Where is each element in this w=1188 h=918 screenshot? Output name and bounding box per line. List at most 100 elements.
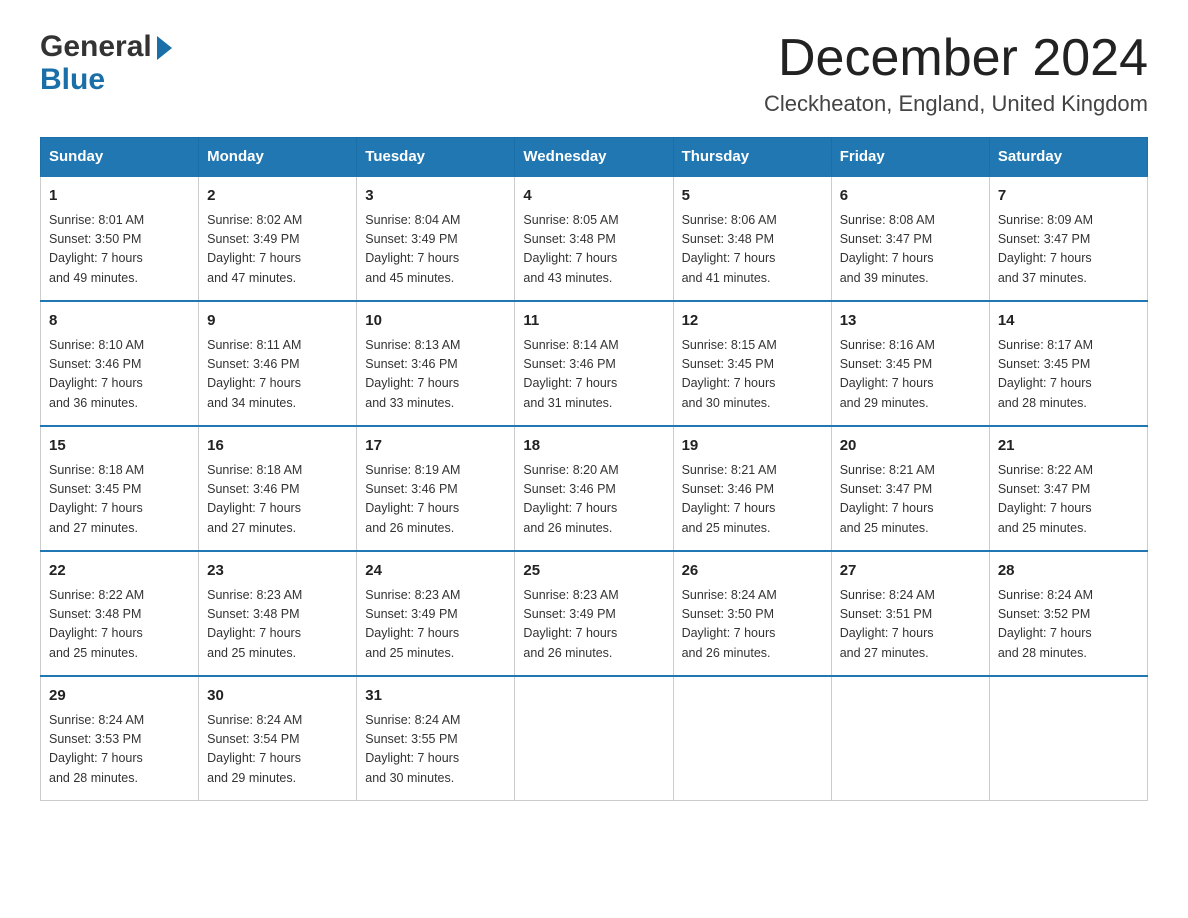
day-cell-12: 12Sunrise: 8:15 AMSunset: 3:45 PMDayligh… xyxy=(673,301,831,426)
week-row-5: 29 Sunrise: 8:24 AMSunset: 3:53 PMDayligh… xyxy=(41,676,1148,801)
day-info: Sunrise: 8:22 AMSunset: 3:48 PMDaylight:… xyxy=(49,586,190,664)
day-info: Sunrise: 8:19 AMSunset: 3:46 PMDaylight:… xyxy=(365,461,506,539)
week-row-1: 1Sunrise: 8:01 AMSunset: 3:50 PMDaylight… xyxy=(41,176,1148,301)
logo-blue: Blue xyxy=(40,63,105,96)
month-title: December 2024 xyxy=(764,30,1148,87)
week-row-2: 8Sunrise: 8:10 AMSunset: 3:46 PMDaylight… xyxy=(41,301,1148,426)
day-info: Sunrise: 8:23 AMSunset: 3:48 PMDaylight:… xyxy=(207,586,348,664)
day-number: 19 xyxy=(682,435,823,458)
day-info: Sunrise: 8:08 AMSunset: 3:47 PMDaylight:… xyxy=(840,211,981,289)
day-info: Sunrise: 8:24 AMSunset: 3:54 PMDaylight:… xyxy=(207,711,348,789)
day-cell-29: 29 Sunrise: 8:24 AMSunset: 3:53 PMDayligh… xyxy=(41,676,199,801)
day-cell-25: 25Sunrise: 8:23 AMSunset: 3:49 PMDayligh… xyxy=(515,551,673,676)
day-cell-7: 7 Sunrise: 8:09 AMSunset: 3:47 PMDaylight… xyxy=(989,176,1147,301)
day-number: 21 xyxy=(998,435,1139,458)
empty-cell xyxy=(515,676,673,801)
logo-row2: Blue xyxy=(40,63,174,96)
day-number: 14 xyxy=(998,310,1139,333)
day-info: Sunrise: 8:14 AMSunset: 3:46 PMDaylight:… xyxy=(523,336,664,414)
day-cell-31: 31 Sunrise: 8:24 AMSunset: 3:55 PMDayligh… xyxy=(357,676,515,801)
calendar-header-row: SundayMondayTuesdayWednesdayThursdayFrid… xyxy=(41,138,1148,177)
calendar-table: SundayMondayTuesdayWednesdayThursdayFrid… xyxy=(40,137,1148,801)
day-info: Sunrise: 8:18 AMSunset: 3:45 PMDaylight:… xyxy=(49,461,190,539)
day-cell-30: 30 Sunrise: 8:24 AMSunset: 3:54 PMDayligh… xyxy=(199,676,357,801)
logo-container: General Blue xyxy=(40,30,174,96)
empty-cell xyxy=(989,676,1147,801)
day-info: Sunrise: 8:13 AMSunset: 3:46 PMDaylight:… xyxy=(365,336,506,414)
day-cell-8: 8Sunrise: 8:10 AMSunset: 3:46 PMDaylight… xyxy=(41,301,199,426)
logo-general: General xyxy=(40,30,152,63)
day-cell-20: 20 Sunrise: 8:21 AMSunset: 3:47 PMDayligh… xyxy=(831,426,989,551)
day-info: Sunrise: 8:06 AMSunset: 3:48 PMDaylight:… xyxy=(682,211,823,289)
day-info: Sunrise: 8:22 AMSunset: 3:47 PMDaylight:… xyxy=(998,461,1139,539)
logo-arrow-icon xyxy=(157,36,172,60)
day-info: Sunrise: 8:09 AMSunset: 3:47 PMDaylight:… xyxy=(998,211,1139,289)
day-info: Sunrise: 8:05 AMSunset: 3:48 PMDaylight:… xyxy=(523,211,664,289)
day-number: 2 xyxy=(207,185,348,208)
day-number: 25 xyxy=(523,560,664,583)
day-cell-2: 2 Sunrise: 8:02 AMSunset: 3:49 PMDaylight… xyxy=(199,176,357,301)
empty-cell xyxy=(673,676,831,801)
day-cell-6: 6 Sunrise: 8:08 AMSunset: 3:47 PMDaylight… xyxy=(831,176,989,301)
day-cell-21: 21 Sunrise: 8:22 AMSunset: 3:47 PMDayligh… xyxy=(989,426,1147,551)
day-info: Sunrise: 8:11 AMSunset: 3:46 PMDaylight:… xyxy=(207,336,348,414)
col-header-monday: Monday xyxy=(199,138,357,177)
col-header-saturday: Saturday xyxy=(989,138,1147,177)
page-header: General Blue December 2024 Cleckheaton, … xyxy=(40,30,1148,117)
col-header-tuesday: Tuesday xyxy=(357,138,515,177)
day-info: Sunrise: 8:01 AMSunset: 3:50 PMDaylight:… xyxy=(49,211,190,289)
day-number: 6 xyxy=(840,185,981,208)
day-info: Sunrise: 8:20 AMSunset: 3:46 PMDaylight:… xyxy=(523,461,664,539)
day-number: 7 xyxy=(998,185,1139,208)
day-cell-26: 26 Sunrise: 8:24 AMSunset: 3:50 PMDayligh… xyxy=(673,551,831,676)
location-text: Cleckheaton, England, United Kingdom xyxy=(764,91,1148,117)
day-number: 30 xyxy=(207,685,348,708)
day-info: Sunrise: 8:16 AMSunset: 3:45 PMDaylight:… xyxy=(840,336,981,414)
day-number: 15 xyxy=(49,435,190,458)
day-cell-11: 11 Sunrise: 8:14 AMSunset: 3:46 PMDayligh… xyxy=(515,301,673,426)
week-row-4: 22 Sunrise: 8:22 AMSunset: 3:48 PMDayligh… xyxy=(41,551,1148,676)
day-number: 20 xyxy=(840,435,981,458)
day-cell-3: 3Sunrise: 8:04 AMSunset: 3:49 PMDaylight… xyxy=(357,176,515,301)
day-number: 10 xyxy=(365,310,506,333)
day-info: Sunrise: 8:24 AMSunset: 3:50 PMDaylight:… xyxy=(682,586,823,664)
day-number: 23 xyxy=(207,560,348,583)
day-number: 9 xyxy=(207,310,348,333)
day-cell-10: 10 Sunrise: 8:13 AMSunset: 3:46 PMDayligh… xyxy=(357,301,515,426)
day-number: 18 xyxy=(523,435,664,458)
col-header-wednesday: Wednesday xyxy=(515,138,673,177)
day-info: Sunrise: 8:24 AMSunset: 3:52 PMDaylight:… xyxy=(998,586,1139,664)
day-info: Sunrise: 8:21 AMSunset: 3:47 PMDaylight:… xyxy=(840,461,981,539)
day-cell-24: 24Sunrise: 8:23 AMSunset: 3:49 PMDayligh… xyxy=(357,551,515,676)
day-info: Sunrise: 8:24 AMSunset: 3:55 PMDaylight:… xyxy=(365,711,506,789)
day-number: 12 xyxy=(682,310,823,333)
col-header-thursday: Thursday xyxy=(673,138,831,177)
day-number: 5 xyxy=(682,185,823,208)
day-number: 8 xyxy=(49,310,190,333)
logo-row1: General xyxy=(40,30,174,63)
day-cell-13: 13Sunrise: 8:16 AMSunset: 3:45 PMDayligh… xyxy=(831,301,989,426)
day-cell-22: 22 Sunrise: 8:22 AMSunset: 3:48 PMDayligh… xyxy=(41,551,199,676)
day-cell-28: 28Sunrise: 8:24 AMSunset: 3:52 PMDayligh… xyxy=(989,551,1147,676)
day-number: 29 xyxy=(49,685,190,708)
day-number: 3 xyxy=(365,185,506,208)
day-number: 24 xyxy=(365,560,506,583)
day-number: 26 xyxy=(682,560,823,583)
day-cell-9: 9 Sunrise: 8:11 AMSunset: 3:46 PMDaylight… xyxy=(199,301,357,426)
week-row-3: 15 Sunrise: 8:18 AMSunset: 3:45 PMDayligh… xyxy=(41,426,1148,551)
day-cell-4: 4Sunrise: 8:05 AMSunset: 3:48 PMDaylight… xyxy=(515,176,673,301)
day-cell-1: 1Sunrise: 8:01 AMSunset: 3:50 PMDaylight… xyxy=(41,176,199,301)
day-number: 17 xyxy=(365,435,506,458)
day-number: 22 xyxy=(49,560,190,583)
day-info: Sunrise: 8:17 AMSunset: 3:45 PMDaylight:… xyxy=(998,336,1139,414)
day-number: 27 xyxy=(840,560,981,583)
day-cell-23: 23 Sunrise: 8:23 AMSunset: 3:48 PMDayligh… xyxy=(199,551,357,676)
day-number: 31 xyxy=(365,685,506,708)
logo: General Blue xyxy=(40,30,174,96)
day-cell-5: 5 Sunrise: 8:06 AMSunset: 3:48 PMDaylight… xyxy=(673,176,831,301)
day-info: Sunrise: 8:02 AMSunset: 3:49 PMDaylight:… xyxy=(207,211,348,289)
day-info: Sunrise: 8:24 AMSunset: 3:53 PMDaylight:… xyxy=(49,711,190,789)
day-cell-27: 27Sunrise: 8:24 AMSunset: 3:51 PMDayligh… xyxy=(831,551,989,676)
day-number: 11 xyxy=(523,310,664,333)
day-cell-17: 17 Sunrise: 8:19 AMSunset: 3:46 PMDayligh… xyxy=(357,426,515,551)
